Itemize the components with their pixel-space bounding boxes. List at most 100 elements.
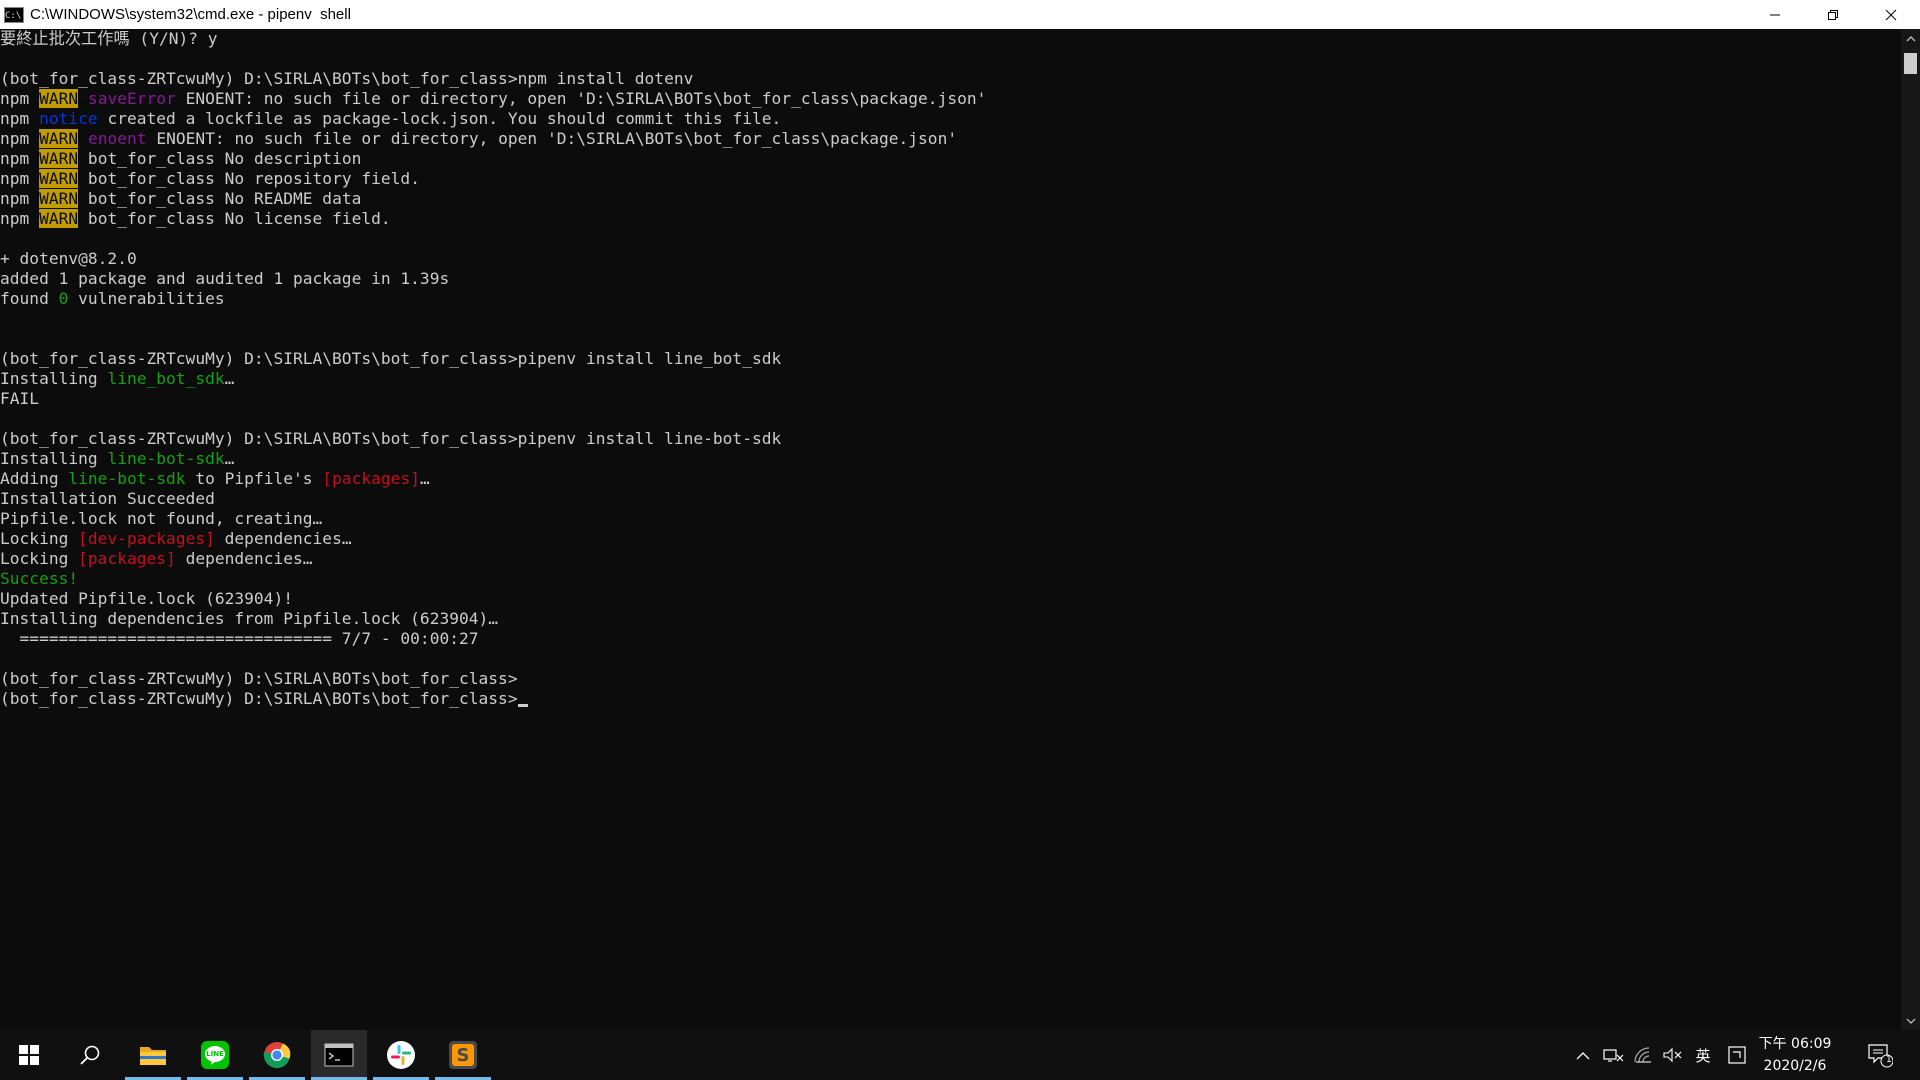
console-text: [dev-packages] — [78, 529, 215, 548]
restore-icon — [1828, 9, 1838, 20]
console-text: … — [224, 369, 235, 388]
console-text: Locking — [0, 549, 79, 568]
clock-date: 2020/2/6 — [1763, 1058, 1827, 1074]
console-text: Adding — [0, 469, 69, 488]
warn-badge: WARN — [39, 209, 79, 228]
console-line: FAIL — [0, 389, 1901, 409]
console-line: npm WARN enoent ENOENT: no such file or … — [0, 129, 1901, 149]
console-line: npm notice created a lockfile as package… — [0, 109, 1901, 129]
action-center-button[interactable]: 1 — [1855, 1030, 1905, 1080]
console-text: … — [224, 449, 235, 468]
minimize-icon — [1770, 14, 1780, 15]
console-text: npm — [0, 149, 40, 168]
title-bar[interactable]: C:\ C:\WINDOWS\system32\cmd.exe - pipenv… — [0, 0, 1920, 29]
console-text: FAIL — [0, 389, 40, 408]
scroll-down-button[interactable] — [1901, 1011, 1920, 1030]
start-button[interactable] — [0, 1030, 58, 1080]
console-line: Installation Succeeded — [0, 489, 1901, 509]
cmd-icon: C:\ — [4, 6, 24, 23]
sublime-icon-label: S — [456, 1044, 470, 1066]
tray-network-disconnected[interactable] — [1600, 1030, 1626, 1080]
console-line: (bot_for_class-ZRTcwuMy) D:\SIRLA\BOTs\b… — [0, 689, 1901, 709]
tray-wifi[interactable] — [1630, 1030, 1656, 1080]
console-line: Installing dependencies from Pipfile.loc… — [0, 609, 1901, 629]
console-text: dependencies… — [175, 549, 313, 568]
console-text: ENOENT: no such file or directory, open … — [175, 89, 987, 108]
console-text: (bot_for_class-ZRTcwuMy) D:\SIRLA\BOTs\b… — [0, 69, 694, 88]
console-text: ================================ 7/7 - 0… — [0, 629, 479, 648]
clock-time: 下午 06:09 — [1758, 1036, 1832, 1052]
scrollbar-thumb[interactable] — [1904, 53, 1917, 74]
windows-logo-icon — [19, 1045, 39, 1065]
scroll-up-button[interactable] — [1901, 29, 1920, 48]
console-text: (bot_for_class-ZRTcwuMy) D:\SIRLA\BOTs\b… — [0, 669, 518, 688]
taskbar-app-line[interactable]: LINE — [187, 1030, 243, 1080]
console-text: bot_for_class No repository field. — [78, 169, 420, 188]
console-line: npm WARN saveError ENOENT: no such file … — [0, 89, 1901, 109]
console-line: (bot_for_class-ZRTcwuMy) D:\SIRLA\BOTs\b… — [0, 349, 1901, 369]
restore-button[interactable] — [1804, 0, 1862, 29]
search-icon — [80, 1045, 100, 1065]
console-text: line-bot-sdk — [68, 469, 186, 488]
console-text: line_bot_sdk — [107, 369, 225, 388]
console-line: npm WARN bot_for_class No description — [0, 149, 1901, 169]
console-text: added 1 package and audited 1 package in… — [0, 269, 450, 288]
chrome-icon — [263, 1042, 291, 1069]
console-line: found 0 vulnerabilities — [0, 289, 1901, 309]
console-text: (bot_for_class-ZRTcwuMy) D:\SIRLA\BOTs\b… — [0, 689, 518, 708]
console-output[interactable]: 要終止批次工作嗎 (Y/N)? y (bot_for_class-ZRTcwuMy… — [0, 29, 1901, 1030]
taskbar-app-slack[interactable] — [373, 1030, 429, 1080]
console-text: (bot_for_class-ZRTcwuMy) D:\SIRLA\BOTs\b… — [0, 349, 782, 368]
search-button[interactable] — [62, 1030, 118, 1080]
tray-overflow-button[interactable] — [1570, 1030, 1596, 1080]
console-text: Locking — [0, 529, 79, 548]
console-line: Installing line_bot_sdk… — [0, 369, 1901, 389]
vertical-scrollbar[interactable] — [1901, 29, 1920, 1030]
tray-ime-mode[interactable]: 英 — [1690, 1030, 1716, 1080]
console-line: (bot_for_class-ZRTcwuMy) D:\SIRLA\BOTs\b… — [0, 669, 1901, 689]
minimize-button[interactable] — [1746, 0, 1804, 29]
console-text: [packages] — [322, 469, 420, 488]
console-text: npm — [0, 129, 40, 148]
console-text: 0 — [58, 289, 69, 308]
chevron-up-icon — [1906, 35, 1915, 41]
console-text: bot_for_class No description — [78, 149, 362, 168]
console-text: [packages] — [78, 549, 176, 568]
cmd-icon-label: C:\ — [5, 10, 22, 21]
network-disconnected-icon — [1603, 1049, 1624, 1062]
wifi-icon — [1634, 1047, 1651, 1063]
tray-clock[interactable]: 下午 06:09 2020/2/6 — [1740, 1030, 1850, 1080]
console-line: ================================ 7/7 - 0… — [0, 629, 1901, 649]
console-text: enoent — [87, 129, 147, 148]
taskbar-app-chrome[interactable] — [249, 1030, 305, 1080]
console-text: Pipfile.lock not found, creating… — [0, 509, 323, 528]
console-text: … — [419, 469, 430, 488]
close-button[interactable] — [1862, 0, 1920, 29]
tray-volume[interactable] — [1659, 1030, 1685, 1080]
console-text: to Pipfile's — [185, 469, 323, 488]
console-line: npm WARN bot_for_class No license field. — [0, 209, 1901, 229]
console-text: + dotenv@8.2.0 — [0, 249, 137, 268]
console-text: npm — [0, 209, 40, 228]
warn-badge: WARN — [39, 149, 79, 168]
taskbar-app-command-prompt[interactable] — [311, 1030, 367, 1080]
text-cursor — [517, 704, 528, 707]
console-text: created a lockfile as package-lock.json.… — [97, 109, 782, 128]
chevron-down-icon — [1906, 1018, 1915, 1024]
console-text: npm — [0, 109, 40, 128]
warn-badge: WARN — [39, 89, 79, 108]
taskbar-app-file-explorer[interactable] — [125, 1030, 181, 1080]
console-text: bot_for_class No README data — [78, 189, 362, 208]
taskbar-app-sublime-text[interactable]: S — [435, 1030, 491, 1080]
console-text: Installing — [0, 449, 108, 468]
console-text: line-bot-sdk — [107, 449, 225, 468]
console-line: + dotenv@8.2.0 — [0, 249, 1901, 269]
console-text: npm — [0, 89, 40, 108]
folder-icon — [140, 1047, 166, 1065]
console-text: Success! — [0, 569, 79, 588]
